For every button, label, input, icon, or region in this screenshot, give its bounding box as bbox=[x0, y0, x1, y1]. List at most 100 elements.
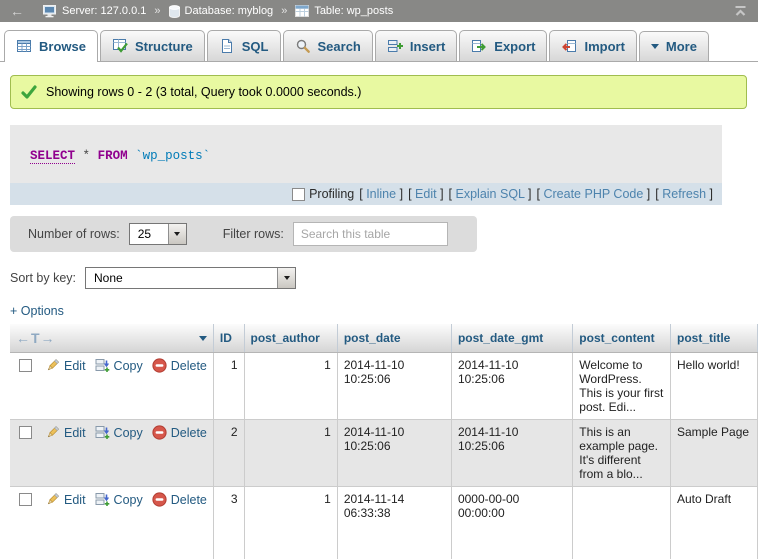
delete-label: Delete bbox=[171, 359, 207, 373]
cell-post-author: 1 bbox=[244, 420, 337, 487]
edit-query-link[interactable]: Edit bbox=[415, 187, 437, 201]
copy-link[interactable]: Copy bbox=[95, 492, 143, 507]
breadcrumb-table[interactable]: Table: wp_posts bbox=[295, 5, 393, 17]
cell-post-title: Auto Draft bbox=[671, 487, 758, 559]
select-dropdown-button[interactable] bbox=[277, 268, 295, 288]
delete-label: Delete bbox=[171, 493, 207, 507]
column-header-post-content[interactable]: post_content bbox=[573, 324, 671, 353]
edit-link[interactable]: Edit bbox=[45, 358, 86, 373]
copy-link[interactable]: Copy bbox=[95, 425, 143, 440]
column-header-post-date-gmt[interactable]: post_date_gmt bbox=[451, 324, 572, 353]
edit-link[interactable]: Edit bbox=[45, 425, 86, 440]
explain-sql-link[interactable]: Explain SQL bbox=[456, 187, 525, 201]
number-of-rows-label: Number of rows: bbox=[28, 227, 120, 241]
delete-link[interactable]: Delete bbox=[152, 358, 207, 373]
column-header-id[interactable]: ID bbox=[213, 324, 244, 353]
profiling-label: Profiling bbox=[309, 187, 354, 201]
copy-link[interactable]: Copy bbox=[95, 358, 143, 373]
options-toggle-link[interactable]: + Options bbox=[10, 304, 64, 318]
cell-id: 2 bbox=[213, 420, 244, 487]
inline-link[interactable]: Inline bbox=[366, 187, 396, 201]
row-actions-cell: Edit Copy bbox=[10, 487, 213, 559]
tab-insert[interactable]: Insert bbox=[375, 30, 457, 61]
create-php-code-link-group: [ Create PHP Code ] bbox=[537, 187, 651, 201]
tab-sql[interactable]: SQL bbox=[207, 30, 281, 61]
breadcrumb-server-label: Server: 127.0.0.1 bbox=[62, 5, 146, 17]
table-row: Edit Copy bbox=[10, 487, 758, 559]
tab-bar: Browse Structure SQL Search Insert bbox=[0, 22, 758, 62]
back-arrow-icon[interactable]: ← bbox=[10, 4, 24, 18]
collapse-icon bbox=[733, 5, 748, 17]
tab-browse[interactable]: Browse bbox=[4, 30, 98, 62]
cell-post-author: 1 bbox=[244, 353, 337, 420]
insert-icon bbox=[387, 38, 403, 54]
bracket: ] bbox=[647, 187, 650, 201]
tab-export[interactable]: Export bbox=[459, 30, 547, 61]
edit-label: Edit bbox=[64, 426, 86, 440]
copy-label: Copy bbox=[114, 359, 143, 373]
delete-link[interactable]: Delete bbox=[152, 425, 207, 440]
tab-more[interactable]: More bbox=[639, 31, 709, 61]
tab-search[interactable]: Search bbox=[283, 30, 373, 61]
edit-label: Edit bbox=[64, 359, 86, 373]
tab-search-label: Search bbox=[318, 39, 361, 54]
cell-id: 1 bbox=[213, 353, 244, 420]
cell-post-date: 2014-11-14 06:33:38 bbox=[337, 487, 451, 559]
chevron-down-icon bbox=[284, 276, 290, 280]
transpose-icon[interactable]: ←T→ bbox=[16, 330, 56, 346]
number-of-rows-select[interactable]: 25 bbox=[129, 223, 187, 245]
cell-post-date: 2014-11-10 10:25:06 bbox=[337, 420, 451, 487]
query-toolbar: Profiling [ Inline ] [ Edit ] [ Explain … bbox=[10, 183, 722, 205]
profiling-checkbox[interactable] bbox=[292, 188, 305, 201]
bracket: [ bbox=[449, 187, 452, 201]
chevron-down-icon bbox=[651, 44, 659, 49]
breadcrumb-bar: ← Server: 127.0.0.1 » Database: myblog »… bbox=[0, 0, 758, 22]
select-dropdown-button[interactable] bbox=[168, 224, 186, 244]
tab-structure[interactable]: Structure bbox=[100, 30, 205, 61]
table-icon bbox=[295, 5, 309, 17]
copy-icon bbox=[95, 492, 110, 507]
collapse-console-button[interactable] bbox=[733, 5, 748, 17]
tab-more-label: More bbox=[666, 39, 697, 54]
tab-sql-label: SQL bbox=[242, 39, 269, 54]
refresh-link-group: [ Refresh ] bbox=[655, 187, 713, 201]
edit-pencil-icon bbox=[45, 358, 60, 373]
database-icon bbox=[169, 5, 180, 18]
results-table: ←T→ ID post_author post_date post_date_g… bbox=[10, 324, 758, 559]
sql-star: * bbox=[83, 149, 91, 163]
sort-by-key-select[interactable]: None bbox=[85, 267, 296, 289]
sort-by-key-row: Sort by key: None bbox=[10, 265, 758, 291]
row-checkbox[interactable] bbox=[19, 493, 32, 506]
copy-label: Copy bbox=[114, 426, 143, 440]
actions-dropdown-icon[interactable] bbox=[199, 336, 207, 341]
sql-keyword-from: FROM bbox=[98, 149, 128, 163]
delete-link[interactable]: Delete bbox=[152, 492, 207, 507]
row-actions-cell: Edit Copy bbox=[10, 420, 213, 487]
tab-import[interactable]: Import bbox=[549, 30, 636, 61]
breadcrumb-database[interactable]: Database: myblog bbox=[169, 5, 274, 18]
column-header-post-title[interactable]: post_title bbox=[671, 324, 758, 353]
row-checkbox[interactable] bbox=[19, 426, 32, 439]
column-header-post-date[interactable]: post_date bbox=[337, 324, 451, 353]
cell-post-date-gmt: 2014-11-10 10:25:06 bbox=[451, 420, 572, 487]
edit-link[interactable]: Edit bbox=[45, 492, 86, 507]
search-icon bbox=[295, 38, 311, 54]
column-header-post-author[interactable]: post_author bbox=[244, 324, 337, 353]
cell-post-date-gmt: 2014-11-10 10:25:06 bbox=[451, 353, 572, 420]
inline-link-group: [ Inline ] bbox=[359, 187, 403, 201]
delete-label: Delete bbox=[171, 426, 207, 440]
sort-by-key-value: None bbox=[86, 268, 277, 288]
cell-post-content: This is an example page. It's different … bbox=[573, 420, 671, 487]
row-checkbox[interactable] bbox=[19, 359, 32, 372]
edit-label: Edit bbox=[64, 493, 86, 507]
filter-rows-input[interactable] bbox=[293, 222, 448, 246]
refresh-link[interactable]: Refresh bbox=[662, 187, 706, 201]
delete-icon bbox=[152, 425, 167, 440]
cell-post-title: Hello world! bbox=[671, 353, 758, 420]
filter-rows-label: Filter rows: bbox=[223, 227, 284, 241]
create-php-code-link[interactable]: Create PHP Code bbox=[543, 187, 643, 201]
delete-icon bbox=[152, 492, 167, 507]
breadcrumb-server[interactable]: Server: 127.0.0.1 bbox=[43, 5, 146, 18]
sql-keyword-select[interactable]: SELECT bbox=[30, 149, 75, 164]
bracket: ] bbox=[400, 187, 403, 201]
